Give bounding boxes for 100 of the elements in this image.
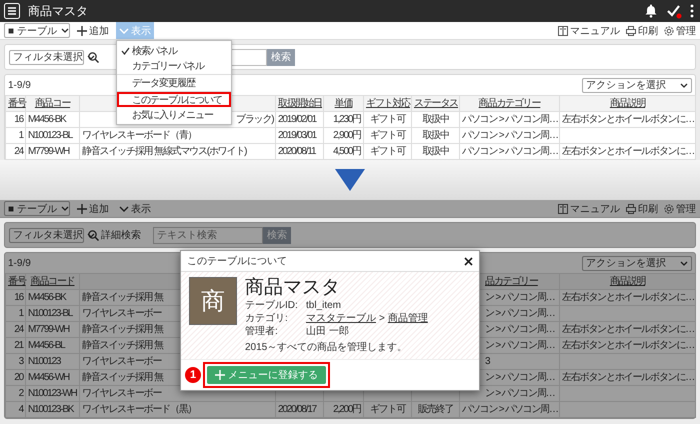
more-icon[interactable] [690, 4, 694, 18]
table-cell: ワイヤレスキーボード（青） [82, 130, 196, 140]
plus-icon [215, 370, 225, 380]
manual-link[interactable]: マニュアル [558, 202, 620, 216]
caret-icon [87, 54, 95, 60]
table-select[interactable]: ■ テーブル [4, 201, 70, 216]
table-cell: パソコン > パソコン周… [462, 114, 558, 124]
table-cell: 3 [485, 356, 490, 366]
table-cell: 2020/08/11 [278, 146, 316, 156]
table-cell: ン > パソコン周… [485, 388, 554, 398]
table-cell: M4456-WH [28, 372, 69, 382]
close-icon[interactable] [464, 256, 473, 266]
table-cell: 販売終了 [418, 404, 454, 414]
table-cell: 左右ボタンとホイールボタンに… [562, 372, 694, 382]
table-cell: 24 [14, 146, 23, 156]
caret-icon [680, 260, 688, 266]
caret-icon [87, 232, 95, 238]
table-cell: 3 [18, 356, 23, 366]
print-link[interactable]: 印刷 [626, 24, 658, 38]
menu-item[interactable]: 検索パネル [117, 43, 231, 58]
table-cell: 4 [18, 404, 23, 414]
field-label: 管理者: [245, 325, 279, 338]
breadcrumb-separator: > [379, 312, 385, 325]
table-cell: 静音スイッチ採用 無 [82, 340, 163, 350]
table-cell: 2019/03/01 [278, 130, 316, 140]
menu-item[interactable]: お気に入りメニュー [117, 107, 231, 122]
table-cell: 左右ボタンとホイールボタンに… [562, 292, 694, 302]
table-cell: ン > パソコン周… [485, 308, 554, 318]
book-icon [558, 204, 568, 214]
plus-icon [77, 26, 87, 36]
settings-link[interactable]: 管理 [664, 24, 696, 38]
table-name: 商品マスタ [245, 277, 340, 299]
table-cell: パソコン > パソコン周… [462, 146, 558, 156]
table-cell: 2020/08/17 [278, 404, 316, 414]
printer-icon [626, 26, 636, 36]
checkmark-icon[interactable] [666, 3, 682, 19]
add-button[interactable]: 追加 [74, 200, 112, 217]
table-cell: M7799-WH [28, 324, 69, 334]
manual-link[interactable]: マニュアル [558, 24, 620, 38]
caret-icon [680, 82, 688, 88]
category-link[interactable]: 商品管理 [388, 312, 428, 325]
table-cell: 取扱中 [422, 146, 449, 156]
bell-icon[interactable] [644, 4, 658, 18]
table-cell: 左右ボタンとホイールボタンに… [562, 146, 694, 156]
app-title: 商品マスタ [28, 2, 89, 20]
table-cell: ギフト可 [370, 114, 406, 124]
settings-link[interactable]: 管理 [664, 202, 696, 216]
result-count: 1-9/9 [8, 258, 31, 268]
menu-item[interactable]: データ変更履歴 [117, 75, 231, 90]
dialog-title: このテーブルについて [187, 254, 287, 268]
table-cell: ワイヤレスキーボー [82, 388, 162, 398]
table-cell: N100123-BL [28, 308, 72, 318]
table-cell: 2,200円 [333, 404, 361, 414]
column-header[interactable]: 商品説明 [610, 98, 646, 108]
table-cell: 1 [18, 130, 23, 140]
add-button[interactable]: 追加 [74, 22, 112, 39]
table-cell: M4456-BL [28, 340, 65, 350]
category-link[interactable]: マスタテーブル [306, 312, 376, 325]
menu-item[interactable]: このテーブルについて [117, 92, 231, 107]
action-select[interactable]: アクションを選択 [582, 78, 692, 92]
table-cell: 静音スイッチ採用 無 [82, 292, 163, 302]
table-cell: パソコン > パソコン周… [462, 130, 558, 140]
table-cell: ン > パソコン周… [485, 340, 554, 350]
caret-icon [60, 28, 69, 33]
settings-icon [664, 204, 674, 214]
table-cell: 2 [18, 388, 23, 398]
table-cell: 2,900円 [333, 130, 361, 140]
table-cell: ギフト可 [370, 146, 406, 156]
table-cell: 静音スイッチ採用 無 [82, 324, 163, 334]
table-cell: パソコン > パソコン周… [462, 404, 558, 414]
table-cell: 取扱中 [422, 130, 449, 140]
table-cell: ギフト可 [370, 404, 406, 414]
table-description: 2015～すべての商品を管理します。 [245, 341, 408, 354]
table-cell: ワイヤレスキーボー [82, 356, 162, 366]
table-cell: ン > パソコン周… [485, 372, 554, 382]
print-link[interactable]: 印刷 [626, 202, 658, 216]
book-icon [558, 26, 568, 36]
table-cell: ワイヤレスキーボー [82, 308, 162, 318]
action-select[interactable]: アクションを選択 [582, 256, 692, 270]
column-header[interactable]: 商品説明 [610, 276, 646, 286]
menu-icon[interactable] [4, 3, 20, 19]
search-field[interactable]: テキスト検索 [153, 226, 263, 244]
table-cell: 取扱中 [422, 114, 449, 124]
table-cell: N100123 [28, 356, 60, 366]
menu-item[interactable]: カテゴリーパネル [117, 58, 231, 73]
detail-search-link[interactable]: 詳細検索 [88, 228, 141, 242]
table-cell: 左右ボタンとホイールボタンに… [562, 114, 694, 124]
caret-icon [60, 206, 69, 211]
table-select[interactable]: ■ テーブル [4, 23, 70, 38]
table-cell: ギフト可 [370, 130, 406, 140]
table-cell: 左右ボタンとホイールボタンに… [562, 324, 694, 334]
field-label: テーブルID: [245, 299, 299, 312]
table-cell: N100123-BK [28, 404, 74, 414]
table-cell: 16 [14, 114, 23, 124]
field-value: tbl_item [306, 299, 342, 312]
table-cell: 4,500円 [333, 146, 361, 156]
table-cell: 16 [14, 292, 23, 302]
field-value: 山田 一郎 [306, 325, 349, 338]
view-button[interactable]: 表示 [116, 200, 154, 217]
chevron-down-icon [119, 28, 129, 34]
